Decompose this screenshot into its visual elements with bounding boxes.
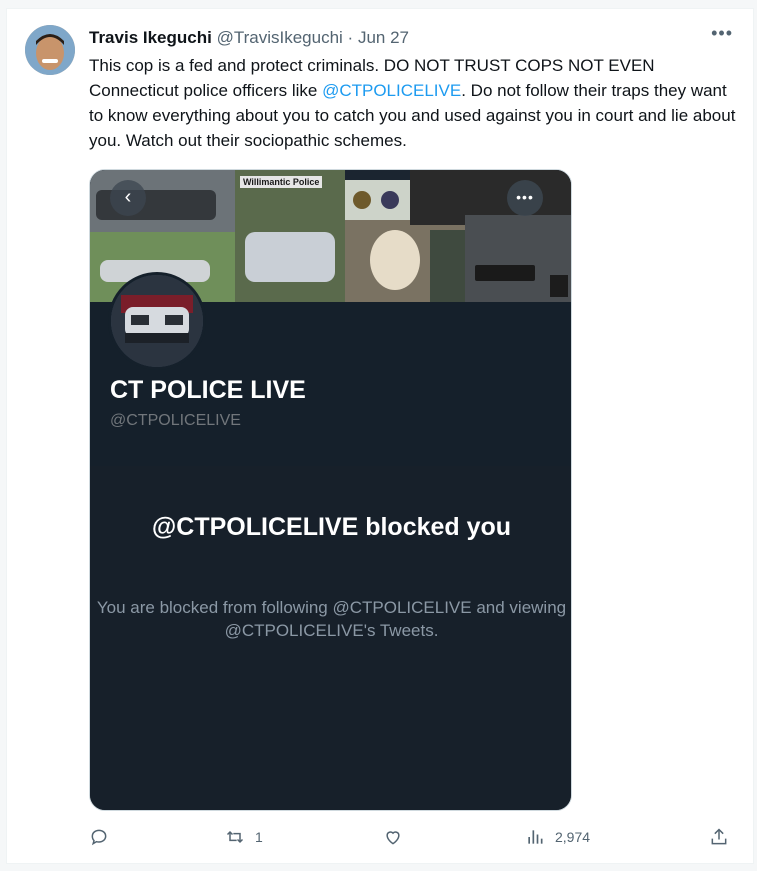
profile-name: CT POLICE LIVE xyxy=(110,376,306,404)
like-button[interactable] xyxy=(383,827,403,847)
media-more-icon[interactable]: ••• xyxy=(507,180,543,216)
more-horizontal-icon[interactable]: ••• xyxy=(711,23,733,44)
retweet-icon xyxy=(226,830,244,844)
reply-icon xyxy=(91,829,107,846)
author-handle[interactable]: @TravisIkeguchi xyxy=(217,28,343,47)
author-name[interactable]: Travis Ikeguchi xyxy=(89,28,212,47)
views-count: 2,974 xyxy=(555,829,591,845)
reply-button[interactable] xyxy=(89,827,109,847)
share-icon xyxy=(711,828,727,845)
blocked-title: @CTPOLICELIVE blocked you xyxy=(151,513,512,541)
views-button[interactable]: 2,974 xyxy=(525,827,590,847)
author-avatar[interactable] xyxy=(25,25,75,75)
heart-icon xyxy=(386,831,400,845)
profile-handle: @CTPOLICELIVE xyxy=(110,412,241,429)
views-icon xyxy=(528,830,543,844)
banner-label: Willimantic Police xyxy=(240,176,323,188)
blocked-description: You are blocked from following @CTPOLICE… xyxy=(96,598,567,640)
mention-link[interactable]: @CTPOLICELIVE xyxy=(322,81,461,100)
back-arrow-icon[interactable]: ‹ xyxy=(110,180,146,216)
tweet-actions: 1 2,974 xyxy=(89,827,739,857)
retweet-button[interactable]: 1 xyxy=(225,827,263,847)
share-button[interactable] xyxy=(709,827,729,847)
separator: · xyxy=(347,28,354,47)
retweet-count: 1 xyxy=(255,829,263,845)
tweet-text: This cop is a fed and protect criminals.… xyxy=(89,53,739,153)
tweet-date[interactable]: Jun 27 xyxy=(358,28,409,47)
tweet-media-screenshot[interactable]: Willimantic Police ‹ ••• CT POLICE LIVE … xyxy=(89,169,572,811)
tweet-card[interactable]: Travis Ikeguchi @TravisIkeguchi · Jun 27… xyxy=(6,8,754,864)
profile-avatar xyxy=(108,272,206,370)
tweet-header: Travis Ikeguchi @TravisIkeguchi · Jun 27 xyxy=(89,27,409,49)
